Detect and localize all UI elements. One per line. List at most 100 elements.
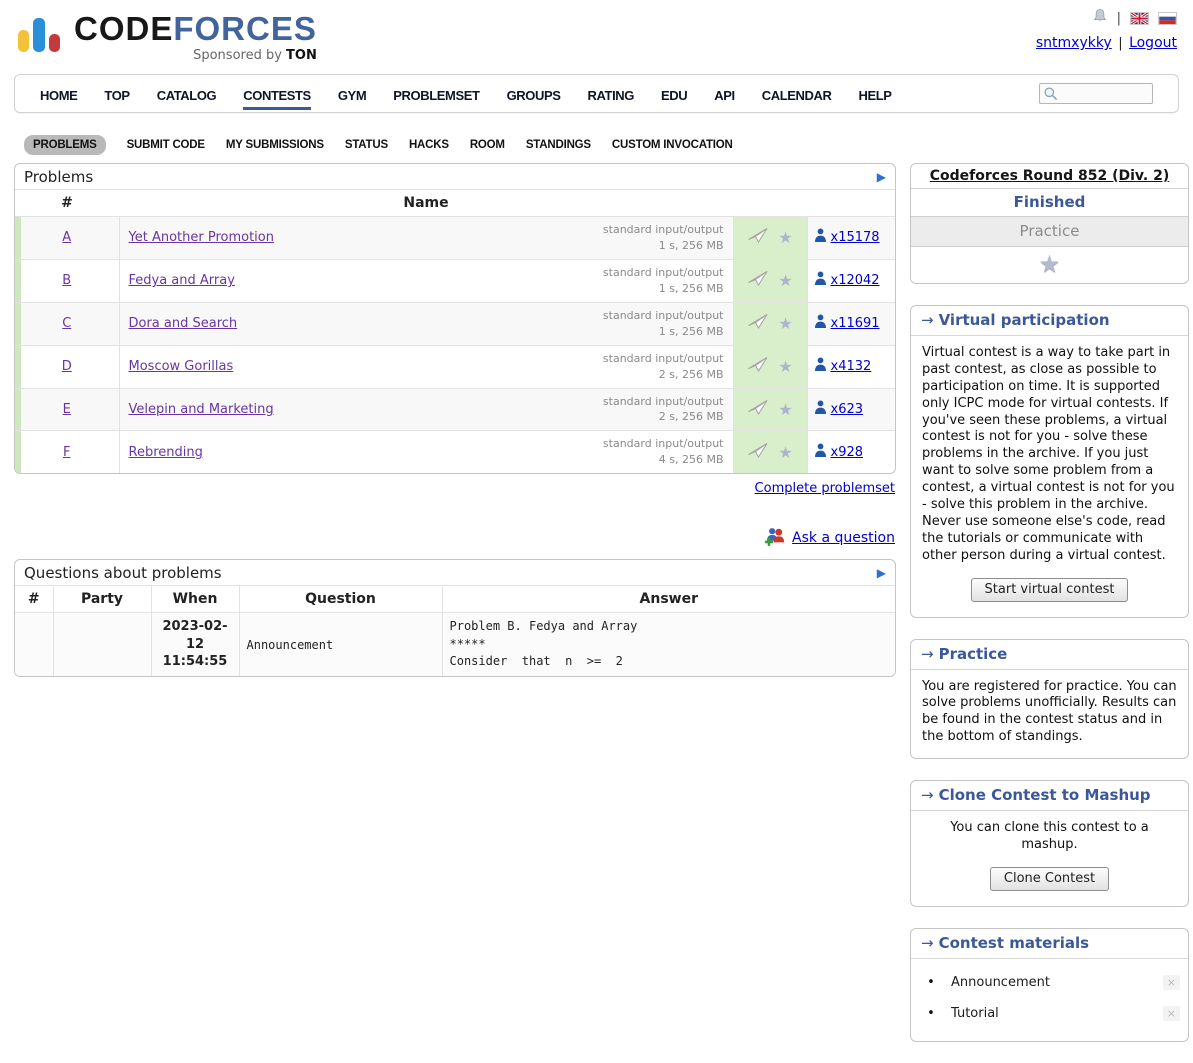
problems-expand-icon[interactable]: ▶: [877, 170, 886, 184]
virtual-participation-text: Virtual contest is a way to take part in…: [922, 345, 1175, 563]
contest-favorite-star-icon[interactable]: ★: [1039, 250, 1061, 278]
question-index-cell: [15, 613, 53, 676]
solved-count-link[interactable]: x11691: [831, 316, 880, 331]
nav-item-api[interactable]: API: [714, 78, 734, 110]
problem-name-link[interactable]: Yet Another Promotion: [129, 230, 274, 245]
ask-question-icon: [764, 526, 787, 550]
logo-sponsored: Sponsored by TON: [74, 48, 317, 63]
problem-row-a: A Yet Another Promotion standard input/o…: [15, 217, 895, 260]
problem-limits: standard input/output2 s, 256 MB: [603, 351, 724, 383]
page-header: CODEFORCES Sponsored by TON |: [0, 0, 1193, 74]
problem-limits: standard input/output1 s, 256 MB: [603, 222, 724, 254]
clone-contest-header: →Clone Contest to Mashup: [911, 781, 1188, 811]
contest-info-box: Codeforces Round 852 (Div. 2) Finished P…: [910, 163, 1189, 284]
nav-item-groups[interactable]: GROUPS: [507, 78, 561, 110]
material-item-announcement: • Announcement ×: [911, 967, 1180, 998]
logout-link[interactable]: Logout: [1129, 35, 1177, 51]
problem-name-link[interactable]: Velepin and Marketing: [129, 402, 274, 417]
problems-widget: Problems ▶ # Name A Yet Another Promotio…: [14, 163, 896, 474]
contest-title-link[interactable]: Codeforces Round 852 (Div. 2): [930, 168, 1169, 184]
problem-name-link[interactable]: Rebrending: [129, 445, 203, 460]
questions-expand-icon[interactable]: ▶: [877, 566, 886, 580]
codeforces-logo[interactable]: CODEFORCES Sponsored by TON: [16, 12, 317, 63]
problem-letter-link[interactable]: F: [63, 445, 70, 460]
solvers-person-icon: [814, 228, 827, 247]
subnav-item-status[interactable]: STATUS: [345, 139, 388, 151]
close-icon[interactable]: ×: [1163, 1006, 1180, 1021]
tutorial-link[interactable]: Tutorial: [951, 1006, 1163, 1021]
submit-plane-icon[interactable]: [747, 313, 769, 334]
submit-plane-icon[interactable]: [747, 399, 769, 420]
russian-flag-icon[interactable]: [1158, 12, 1177, 25]
user-links-separator: |: [1118, 36, 1122, 51]
problem-letter-link[interactable]: C: [62, 316, 71, 331]
questions-col-index: #: [15, 586, 53, 613]
submit-plane-icon[interactable]: [747, 270, 769, 291]
start-virtual-contest-button[interactable]: Start virtual contest: [971, 578, 1129, 602]
solved-count-link[interactable]: x12042: [831, 273, 880, 288]
subnav-item-problems[interactable]: PROBLEMS: [24, 135, 106, 155]
questions-col-when: When: [151, 586, 239, 613]
submit-plane-icon[interactable]: [747, 442, 769, 463]
bullet-icon: •: [911, 1006, 951, 1021]
problems-header-row: # Name: [15, 190, 895, 217]
solved-count-link[interactable]: x623: [831, 402, 864, 417]
username-link[interactable]: sntmxykky: [1036, 35, 1112, 51]
favorite-star-icon[interactable]: ★: [778, 314, 792, 333]
solvers-person-icon: [814, 271, 827, 290]
problem-name-link[interactable]: Dora and Search: [129, 316, 238, 331]
ask-question-link[interactable]: Ask a question: [792, 530, 895, 546]
nav-item-top[interactable]: TOP: [104, 78, 129, 110]
problem-name-link[interactable]: Moscow Gorillas: [129, 359, 234, 374]
problems-col-index: #: [15, 190, 119, 217]
nav-item-rating[interactable]: RATING: [588, 78, 634, 110]
problem-letter-link[interactable]: B: [62, 273, 71, 288]
solved-count-link[interactable]: x15178: [831, 230, 880, 245]
virtual-participation-box: →Virtual participation Virtual contest i…: [910, 305, 1189, 618]
solvers-person-icon: [814, 357, 827, 376]
nav-item-home[interactable]: HOME: [40, 78, 77, 110]
favorite-star-icon[interactable]: ★: [778, 357, 792, 376]
problems-col-name: Name: [119, 190, 733, 217]
contest-materials-box: →Contest materials • Announcement × • Tu…: [910, 928, 1189, 1042]
nav-item-problemset[interactable]: PROBLEMSET: [393, 78, 479, 110]
complete-problemset-link[interactable]: Complete problemset: [755, 481, 895, 496]
questions-widget: Questions about problems ▶ # Party When …: [14, 559, 896, 677]
solved-count-link[interactable]: x4132: [831, 359, 872, 374]
logo-bars-icon: [16, 12, 64, 56]
subnav-item-hacks[interactable]: HACKS: [409, 139, 449, 151]
submit-plane-icon[interactable]: [747, 227, 769, 248]
nav-item-calendar[interactable]: CALENDAR: [762, 78, 832, 110]
solvers-person-icon: [814, 314, 827, 333]
favorite-star-icon[interactable]: ★: [778, 228, 792, 247]
problem-name-link[interactable]: Fedya and Array: [129, 273, 235, 288]
problem-letter-link[interactable]: A: [62, 230, 71, 245]
problem-limits: standard input/output1 s, 256 MB: [603, 265, 724, 297]
problem-limits: standard input/output1 s, 256 MB: [603, 308, 724, 340]
favorite-star-icon[interactable]: ★: [778, 400, 792, 419]
caption-arrow-icon: →: [921, 934, 934, 952]
main-navbar: HOME TOP CATALOG CONTESTS GYM PROBLEMSET…: [14, 74, 1179, 113]
subnav-item-room[interactable]: ROOM: [470, 139, 505, 151]
subnav-item-my-submissions[interactable]: MY SUBMISSIONS: [226, 139, 324, 151]
nav-item-edu[interactable]: EDU: [661, 78, 687, 110]
search-icon: [1043, 86, 1059, 106]
nav-item-gym[interactable]: GYM: [338, 78, 366, 110]
clone-contest-button[interactable]: Clone Contest: [990, 867, 1109, 891]
nav-item-help[interactable]: HELP: [858, 78, 891, 110]
subnav-item-standings[interactable]: STANDINGS: [526, 139, 591, 151]
favorite-star-icon[interactable]: ★: [778, 271, 792, 290]
nav-item-contests[interactable]: CONTESTS: [243, 78, 311, 110]
problem-letter-link[interactable]: D: [62, 359, 72, 374]
solved-count-link[interactable]: x928: [831, 445, 864, 460]
problem-letter-link[interactable]: E: [63, 402, 71, 417]
english-flag-icon[interactable]: [1130, 12, 1149, 25]
close-icon[interactable]: ×: [1163, 975, 1180, 990]
subnav-item-submit-code[interactable]: SUBMIT CODE: [127, 139, 205, 151]
submit-plane-icon[interactable]: [747, 356, 769, 377]
bell-icon[interactable]: [1092, 8, 1108, 29]
announcement-link[interactable]: Announcement: [951, 975, 1163, 990]
favorite-star-icon[interactable]: ★: [778, 443, 792, 462]
subnav-item-custom-invocation[interactable]: CUSTOM INVOCATION: [612, 139, 733, 151]
nav-item-catalog[interactable]: CATALOG: [157, 78, 217, 110]
